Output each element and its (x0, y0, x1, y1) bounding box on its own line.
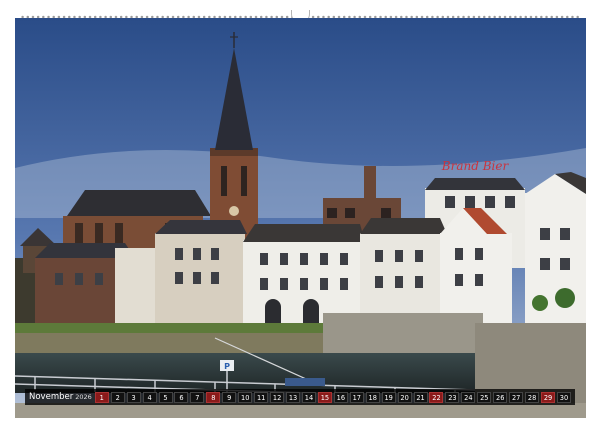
month-name: November (29, 392, 74, 402)
calendar-strip: November 2026 1 2 3 4 5 6 7 8 9 10 11 12 13 14 15 16 17 18… (25, 389, 575, 405)
river (15, 353, 475, 393)
day-cell: 29 (541, 391, 556, 403)
day-cell: 4 (142, 391, 157, 403)
day-cell: 16 (333, 391, 348, 403)
day-cell: 30 (556, 391, 571, 403)
day-cell: 21 (413, 391, 428, 403)
day-cell: 14 (301, 391, 316, 403)
day-cell: 1 (94, 391, 109, 403)
day-cell: 22 (429, 391, 444, 403)
cityscape-photo: Brand Bier P (15, 18, 586, 418)
day-cell: 17 (349, 391, 364, 403)
day-cell: 6 (174, 391, 189, 403)
day-cell: 24 (461, 391, 476, 403)
day-cells: 1 2 3 4 5 6 7 8 9 10 11 12 13 14 15 16 17 18 19 20 21 22 23 24 2… (94, 389, 575, 405)
day-cell: 11 (254, 391, 269, 403)
day-cell: 7 (190, 391, 205, 403)
cityscape-illustration: Brand Bier P (15, 18, 586, 418)
svg-text:P: P (224, 362, 230, 371)
day-cell: 8 (206, 391, 221, 403)
day-cell: 20 (397, 391, 412, 403)
day-cell: 9 (222, 391, 237, 403)
day-cell: 23 (445, 391, 460, 403)
day-cell: 27 (509, 391, 524, 403)
day-cell: 15 (317, 391, 332, 403)
day-cell: 28 (525, 391, 540, 403)
day-cell: 25 (477, 391, 492, 403)
day-cell: 18 (365, 391, 380, 403)
day-cell: 26 (493, 391, 508, 403)
day-cell: 19 (381, 391, 396, 403)
day-cell: 3 (126, 391, 141, 403)
day-cell: 5 (158, 391, 173, 403)
day-cell: 2 (110, 391, 125, 403)
brand-sign: Brand Bier (441, 159, 510, 173)
day-cell: 12 (270, 391, 285, 403)
year-label: 2026 (75, 393, 92, 401)
calendar-page: Brand Bier P November 2026 1 2 3 4 5 6 7… (0, 0, 600, 432)
day-cell: 10 (238, 391, 253, 403)
month-label: November 2026 (25, 392, 95, 402)
day-cell: 13 (286, 391, 301, 403)
